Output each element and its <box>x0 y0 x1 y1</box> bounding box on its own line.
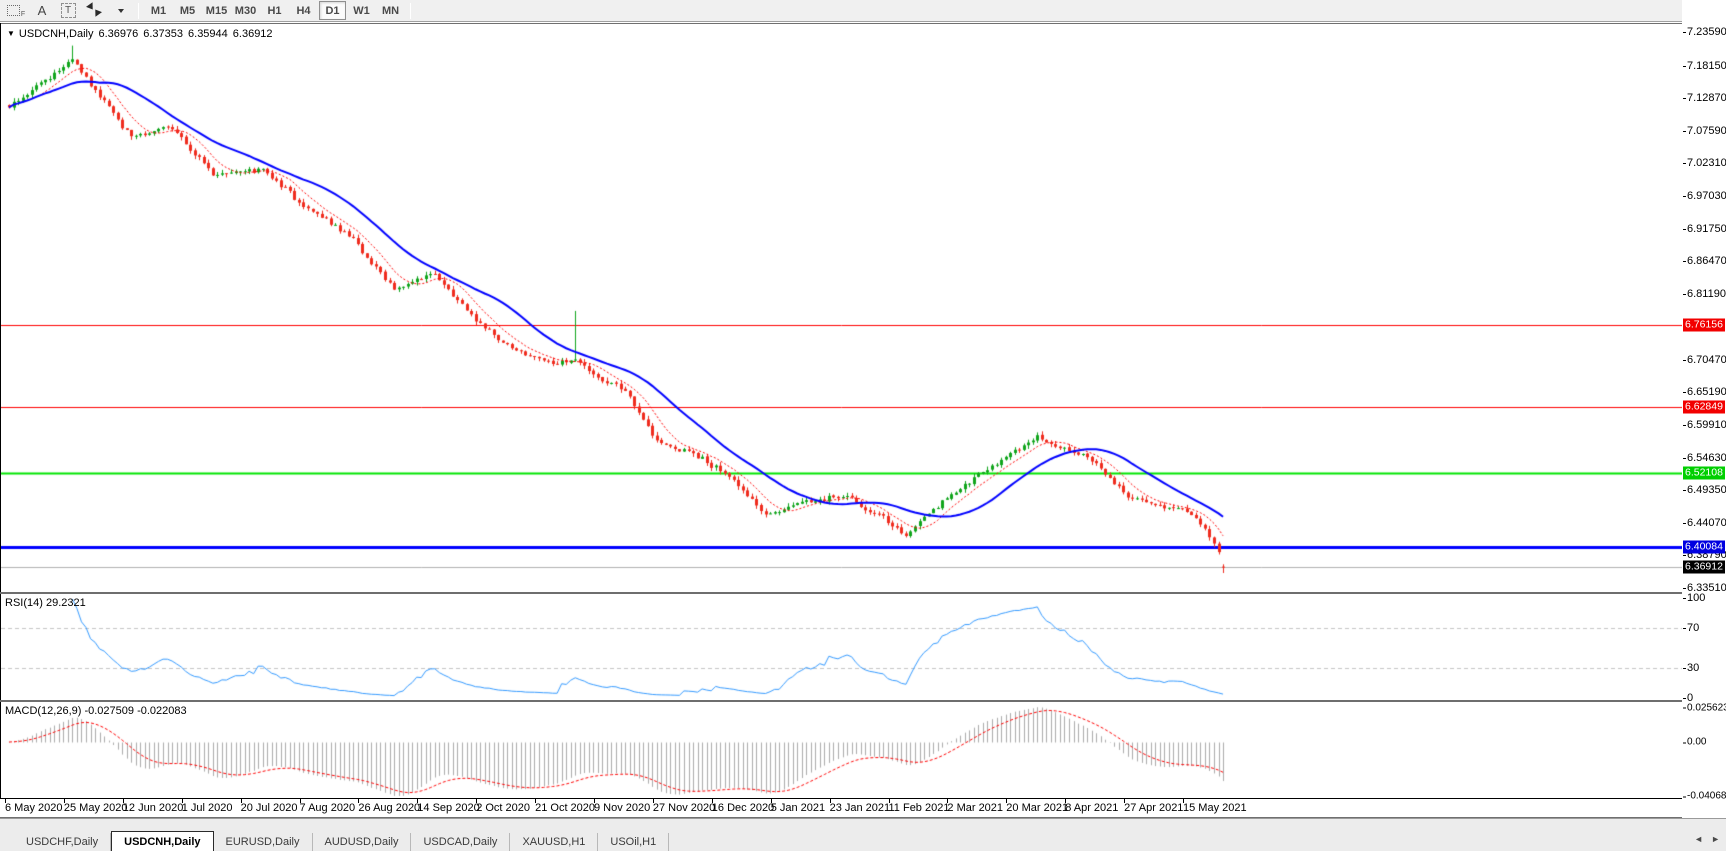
text-label-tool-button[interactable]: T <box>56 1 80 20</box>
rsi-indicator-canvas[interactable] <box>1 594 1682 700</box>
chart-tab-usdcnh[interactable]: USDCNH,Daily <box>111 831 214 851</box>
tab-scroll-right-icon[interactable]: ► <box>1711 834 1720 844</box>
top-toolbar: F A T M1 M5 M15 M30 H1 H4 D1 W1 MN <box>0 0 1726 22</box>
toolbar-separator <box>410 2 411 19</box>
axis-label: 7.07590 <box>1683 124 1726 137</box>
timeframe-button-h4[interactable]: H4 <box>290 1 317 20</box>
axis-label: 30 <box>1682 662 1700 674</box>
chart-tab-eurusd[interactable]: EURUSD,Daily <box>214 833 313 851</box>
collapse-triangle-icon[interactable]: ▼ <box>7 29 15 38</box>
cursor-tool-dropdown-button[interactable] <box>108 1 132 20</box>
date-axis-label: 15 May 2021 <box>1183 802 1247 814</box>
bottom-strip <box>0 818 1726 831</box>
date-axis-label: 7 Aug 2020 <box>299 802 356 814</box>
date-axis-label: 9 Nov 2020 <box>594 802 651 814</box>
macd-label: MACD(12,26,9) -0.027509 -0.022083 <box>5 705 187 717</box>
timeframe-button-mn[interactable]: MN <box>377 1 404 20</box>
date-axis[interactable]: 6 May 2020 25 May 2020 12 Jun 2020 1 Jul 20… <box>0 799 1682 817</box>
axis-label: 6.44070 <box>1683 516 1726 529</box>
timeframe-button-m15[interactable]: M15 <box>203 1 230 20</box>
axis-label: 7.18150 <box>1683 59 1726 72</box>
chart-tab-xauusd[interactable]: XAUUSD,H1 <box>510 833 599 851</box>
date-axis-label: 12 Jun 2020 <box>122 802 184 814</box>
cursor-arrows-tool-button[interactable] <box>82 1 106 20</box>
price-chart-canvas[interactable] <box>1 25 1682 592</box>
chart-tab-bar: USDCHF,Daily USDCNH,Daily EURUSD,Daily AUDU… <box>0 831 1726 851</box>
ohlc-high: 6.37353 <box>143 28 184 40</box>
date-axis-label: 14 Sep 2020 <box>417 802 480 814</box>
date-axis-label: 25 May 2020 <box>63 802 128 814</box>
date-axis-label: 27 Nov 2020 <box>652 802 716 814</box>
axis-label: 6.86470 <box>1683 255 1726 268</box>
date-axis-label: 16 Dec 2020 <box>711 802 775 814</box>
axis-label: 6.91750 <box>1683 222 1726 235</box>
axis-label: 100 <box>1682 592 1706 604</box>
axis-label: 6.59910 <box>1683 419 1726 432</box>
date-axis-label: 5 Jan 2021 <box>770 802 826 814</box>
date-axis-label: 20 Mar 2021 <box>1006 802 1069 814</box>
date-axis-label: 11 Feb 2021 <box>888 802 950 814</box>
date-axis-label: 27 Apr 2021 <box>1124 802 1184 814</box>
date-axis-label: 6 May 2020 <box>5 802 63 814</box>
frame-f-label: F <box>20 11 26 18</box>
font-a-icon: A <box>37 3 47 18</box>
hline-price-tag: 6.52108 <box>1683 466 1725 480</box>
chart-tab-usdchf[interactable]: USDCHF,Daily <box>14 833 112 851</box>
text-label-icon: T <box>60 3 76 18</box>
date-axis-label: 8 Apr 2021 <box>1065 802 1119 814</box>
axis-label: 0.025623 <box>1683 702 1726 713</box>
axis-label: -0.040687 <box>1682 791 1726 802</box>
date-axis-label: 23 Jan 2021 <box>829 802 891 814</box>
tab-scroll-controls: ◄ ► <box>1694 834 1720 844</box>
timeframe-button-d1[interactable]: D1 <box>319 1 346 20</box>
font-tool-button[interactable]: A <box>30 1 54 20</box>
dotted-frame-icon <box>6 5 20 16</box>
axis-label: 7.02310 <box>1683 157 1726 170</box>
chart-header: ▼ USDCNH,Daily 6.36976 6.37353 6.35944 6.3691… <box>7 28 278 40</box>
macd-indicator-canvas[interactable] <box>1 702 1682 798</box>
rsi-label: RSI(14) 29.2321 <box>5 597 86 609</box>
timeframe-button-m1[interactable]: M1 <box>145 1 172 20</box>
axis-label: 6.81190 <box>1683 287 1726 300</box>
hline-price-tag: 6.62849 <box>1683 400 1725 414</box>
ohlc-low: 6.35944 <box>188 28 228 40</box>
axis-label: 70 <box>1682 622 1700 634</box>
ohlc-close: 6.36912 <box>232 28 273 40</box>
axis-label: 7.23590 <box>1683 25 1726 38</box>
axis-label: 7.12870 <box>1683 92 1726 105</box>
date-axis-label: 21 Oct 2020 <box>535 802 596 814</box>
chart-window-top-border <box>0 23 1726 24</box>
hline-price-tag: 6.76156 <box>1683 318 1725 332</box>
axis-label: 0.00 <box>1682 736 1707 748</box>
axis-label: 6.49350 <box>1683 484 1726 497</box>
axis-label: 6.70470 <box>1683 353 1726 366</box>
hline-price-tag: 6.40084 <box>1683 540 1725 554</box>
date-axis-label: 2 Oct 2020 <box>476 802 531 814</box>
chart-tab-audusd[interactable]: AUDUSD,Daily <box>313 833 412 851</box>
chart-symbol-label: USDCNH,Daily <box>18 28 94 40</box>
date-axis-label: 1 Jul 2020 <box>181 802 233 814</box>
price-axis[interactable]: 7.23590 7.18150 7.12870 7.07590 7.02310 6.970… <box>1682 0 1726 818</box>
chart-tab-usoil[interactable]: USOil,H1 <box>598 833 670 851</box>
date-axis-label: 20 Jul 2020 <box>240 802 298 814</box>
current-price-tag: 6.36912 <box>1683 560 1725 574</box>
date-axis-label: 2 Mar 2021 <box>947 802 1004 814</box>
timeframe-button-m30[interactable]: M30 <box>232 1 259 20</box>
ohlc-open: 6.36976 <box>98 28 139 40</box>
timeframe-button-h1[interactable]: H1 <box>261 1 288 20</box>
tab-scroll-left-icon[interactable]: ◄ <box>1694 834 1703 844</box>
timeframe-button-m5[interactable]: M5 <box>174 1 201 20</box>
cursor-arrows-icon <box>85 2 102 17</box>
toolbar-separator <box>138 2 139 19</box>
date-axis-label: 26 Aug 2020 <box>358 802 421 814</box>
chart-tab-usdcad[interactable]: USDCAD,Daily <box>411 833 511 851</box>
timeframe-button-group: M1 M5 M15 M30 H1 H4 D1 W1 MN <box>144 1 405 20</box>
timeframe-button-w1[interactable]: W1 <box>348 1 375 20</box>
axis-label: 6.54630 <box>1683 451 1726 464</box>
axis-label: 6.97030 <box>1683 189 1726 202</box>
dropdown-caret-icon <box>118 8 124 13</box>
axis-label: 6.65190 <box>1683 386 1726 399</box>
dotted-frame-tool-button[interactable]: F <box>4 1 28 20</box>
